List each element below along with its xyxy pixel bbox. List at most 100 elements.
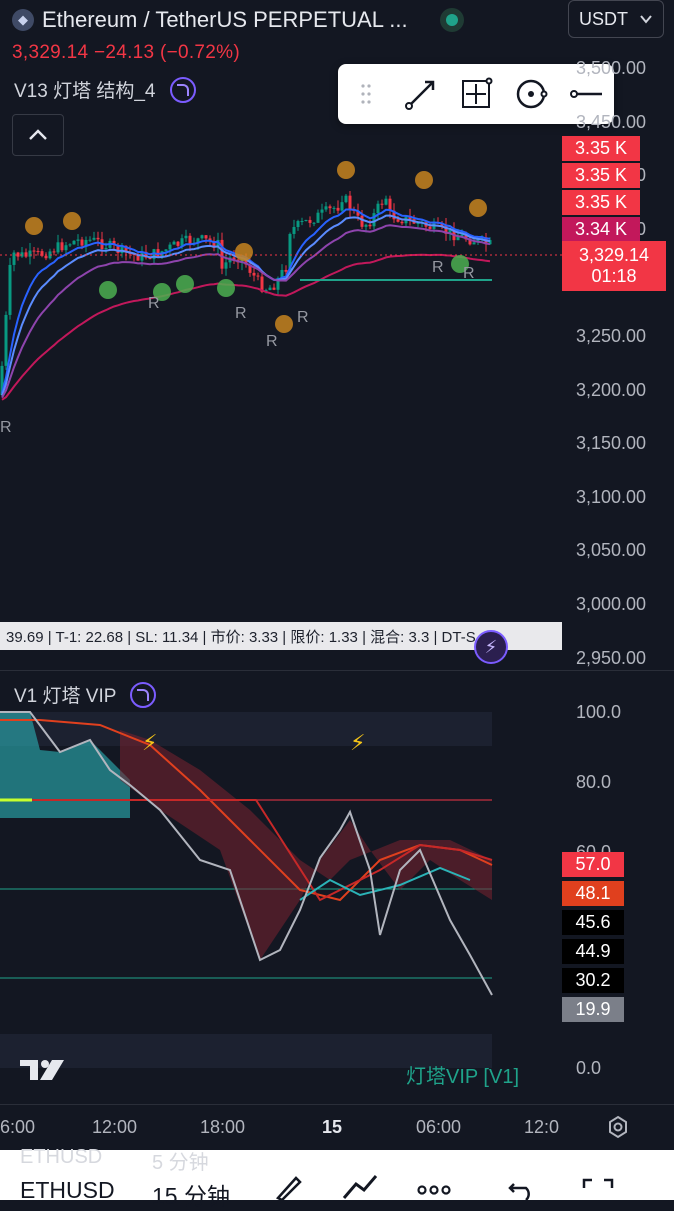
price-axis[interactable]: 3,500.003,450.003,400.003,350.003,300.00…: [562, 40, 674, 670]
market-status-icon[interactable]: [439, 8, 464, 32]
candle-body: [300, 221, 304, 223]
reversal-marker: R: [297, 309, 309, 326]
indicator-legend-main[interactable]: V13 灯塔 结构_4: [14, 76, 196, 103]
refresh-icon[interactable]: [169, 76, 196, 103]
candle-body: [340, 202, 344, 211]
measure-icon[interactable]: [454, 72, 498, 116]
candle-body: [168, 244, 172, 250]
ghost-symbol: ETHUSD: [20, 1146, 103, 1168]
signal-dot: [469, 199, 487, 217]
candle-body: [296, 221, 300, 228]
tradingview-logo[interactable]: [18, 1056, 68, 1091]
signal-dot: [25, 217, 43, 235]
candle-body: [76, 239, 80, 241]
candle-body: [380, 203, 384, 205]
reversal-marker: R: [266, 333, 278, 350]
reversal-marker: R: [463, 265, 475, 282]
price-axis-label: 3,500.00: [576, 58, 647, 78]
time-axis[interactable]: 6:00 12:00 18:00 15 06:00 12:0: [0, 1104, 674, 1151]
refresh-icon[interactable]: [130, 681, 157, 708]
chevron-up-icon: [29, 129, 47, 140]
candle-body: [324, 206, 328, 210]
candle-body: [396, 219, 400, 222]
price-axis-label: 3,200.00: [576, 379, 647, 400]
undo-icon[interactable]: [502, 1170, 542, 1200]
candle-body: [32, 250, 36, 252]
signal-dot: [275, 315, 293, 333]
pane-divider[interactable]: [0, 670, 674, 671]
trend-line-icon[interactable]: [399, 72, 443, 116]
last-price-value: 3,329.14: [578, 245, 650, 265]
collapse-legend-button[interactable]: [12, 114, 64, 156]
price-axis-label: 3,050.00: [576, 540, 647, 561]
candle-body: [104, 247, 108, 249]
candle-body: [308, 219, 312, 223]
pencil-icon[interactable]: [266, 1170, 306, 1200]
indicator-legend-osc[interactable]: V1 灯塔 VIP: [14, 681, 157, 708]
signal-dot: [415, 171, 433, 189]
reversal-marker: R: [235, 305, 247, 322]
currency-select[interactable]: USDT: [568, 0, 664, 38]
drag-handle-icon[interactable]: [344, 72, 388, 116]
price-axis-label: 3,450.00: [576, 111, 647, 132]
trend-icon[interactable]: [340, 1170, 380, 1200]
candle-body: [200, 235, 204, 239]
lightning-icon: ⚡: [350, 730, 365, 755]
candle-body: [36, 251, 40, 253]
symbol-title[interactable]: Ethereum / TetherUS PERPETUAL ...: [42, 7, 408, 33]
candle-body: [272, 287, 276, 290]
price-axis-label: 3,150.00: [576, 433, 647, 454]
candle-body: [96, 237, 100, 240]
candle-body: [224, 262, 228, 269]
candle-body: [328, 206, 332, 209]
candle-body: [332, 207, 336, 209]
upper-band: [0, 712, 492, 746]
circle-icon[interactable]: [509, 72, 553, 116]
volume-level-tag: 3.34 K: [562, 217, 640, 242]
time-label: 06:00: [416, 1117, 462, 1137]
oscillator-axis-label: 0.0: [576, 1058, 602, 1078]
oscillator-value-tag: 44.9: [562, 939, 624, 964]
ghost-interval: 5 分钟: [152, 1152, 209, 1174]
time-label: 18:00: [200, 1117, 246, 1137]
candle-body: [8, 264, 12, 315]
candle-body: [384, 198, 388, 205]
candle-body: [400, 221, 404, 224]
price-axis-label: 3,250.00: [576, 326, 647, 346]
oscillator-value-tag: 57.0: [562, 852, 624, 877]
volume-level-tag: 3.35 K: [562, 136, 640, 161]
fullscreen-icon[interactable]: [578, 1170, 618, 1200]
oscillator-axis-label: 100.0: [576, 702, 622, 722]
signal-dot: [235, 243, 253, 261]
candle-body: [320, 209, 324, 213]
chevron-down-icon: [640, 15, 652, 24]
candle-body: [428, 226, 432, 229]
time-label-day: 15: [322, 1117, 343, 1137]
currency-value: USDT: [579, 8, 628, 29]
signal-dot: [63, 212, 81, 230]
candle-body: [372, 213, 376, 227]
volume-level-tag: 3.35 K: [562, 190, 640, 215]
interval-button[interactable]: 15 分钟: [152, 1177, 230, 1211]
candle-body: [56, 242, 60, 253]
oscillator-chart[interactable]: ⚡ ⚡: [0, 690, 562, 1102]
time-label: 12:0: [524, 1117, 560, 1137]
candle-body: [348, 195, 352, 210]
candle-body: [268, 287, 272, 291]
oscillator-axis[interactable]: 100.080.060.00.057.048.145.644.930.219.9: [562, 690, 674, 1100]
candle-body: [472, 242, 476, 245]
symbol-title-row[interactable]: ◆ Ethereum / TetherUS PERPETUAL ...: [12, 4, 464, 36]
candle-body: [92, 237, 96, 240]
signal-markers: R R R R R R R: [0, 161, 487, 436]
oscillator-value-tag: 19.9: [562, 997, 624, 1022]
candle-body: [304, 219, 308, 222]
signal-dot: [337, 161, 355, 179]
candle-body: [284, 269, 288, 272]
price-axis-label: 2,950.00: [576, 647, 647, 668]
candle-body: [68, 244, 72, 246]
candle-body: [20, 252, 24, 257]
more-icon[interactable]: [414, 1170, 454, 1200]
lightning-icon[interactable]: ⚡: [474, 630, 508, 664]
price-chart[interactable]: R R R R R R R: [0, 60, 562, 620]
settings-icon[interactable]: [606, 1115, 630, 1139]
